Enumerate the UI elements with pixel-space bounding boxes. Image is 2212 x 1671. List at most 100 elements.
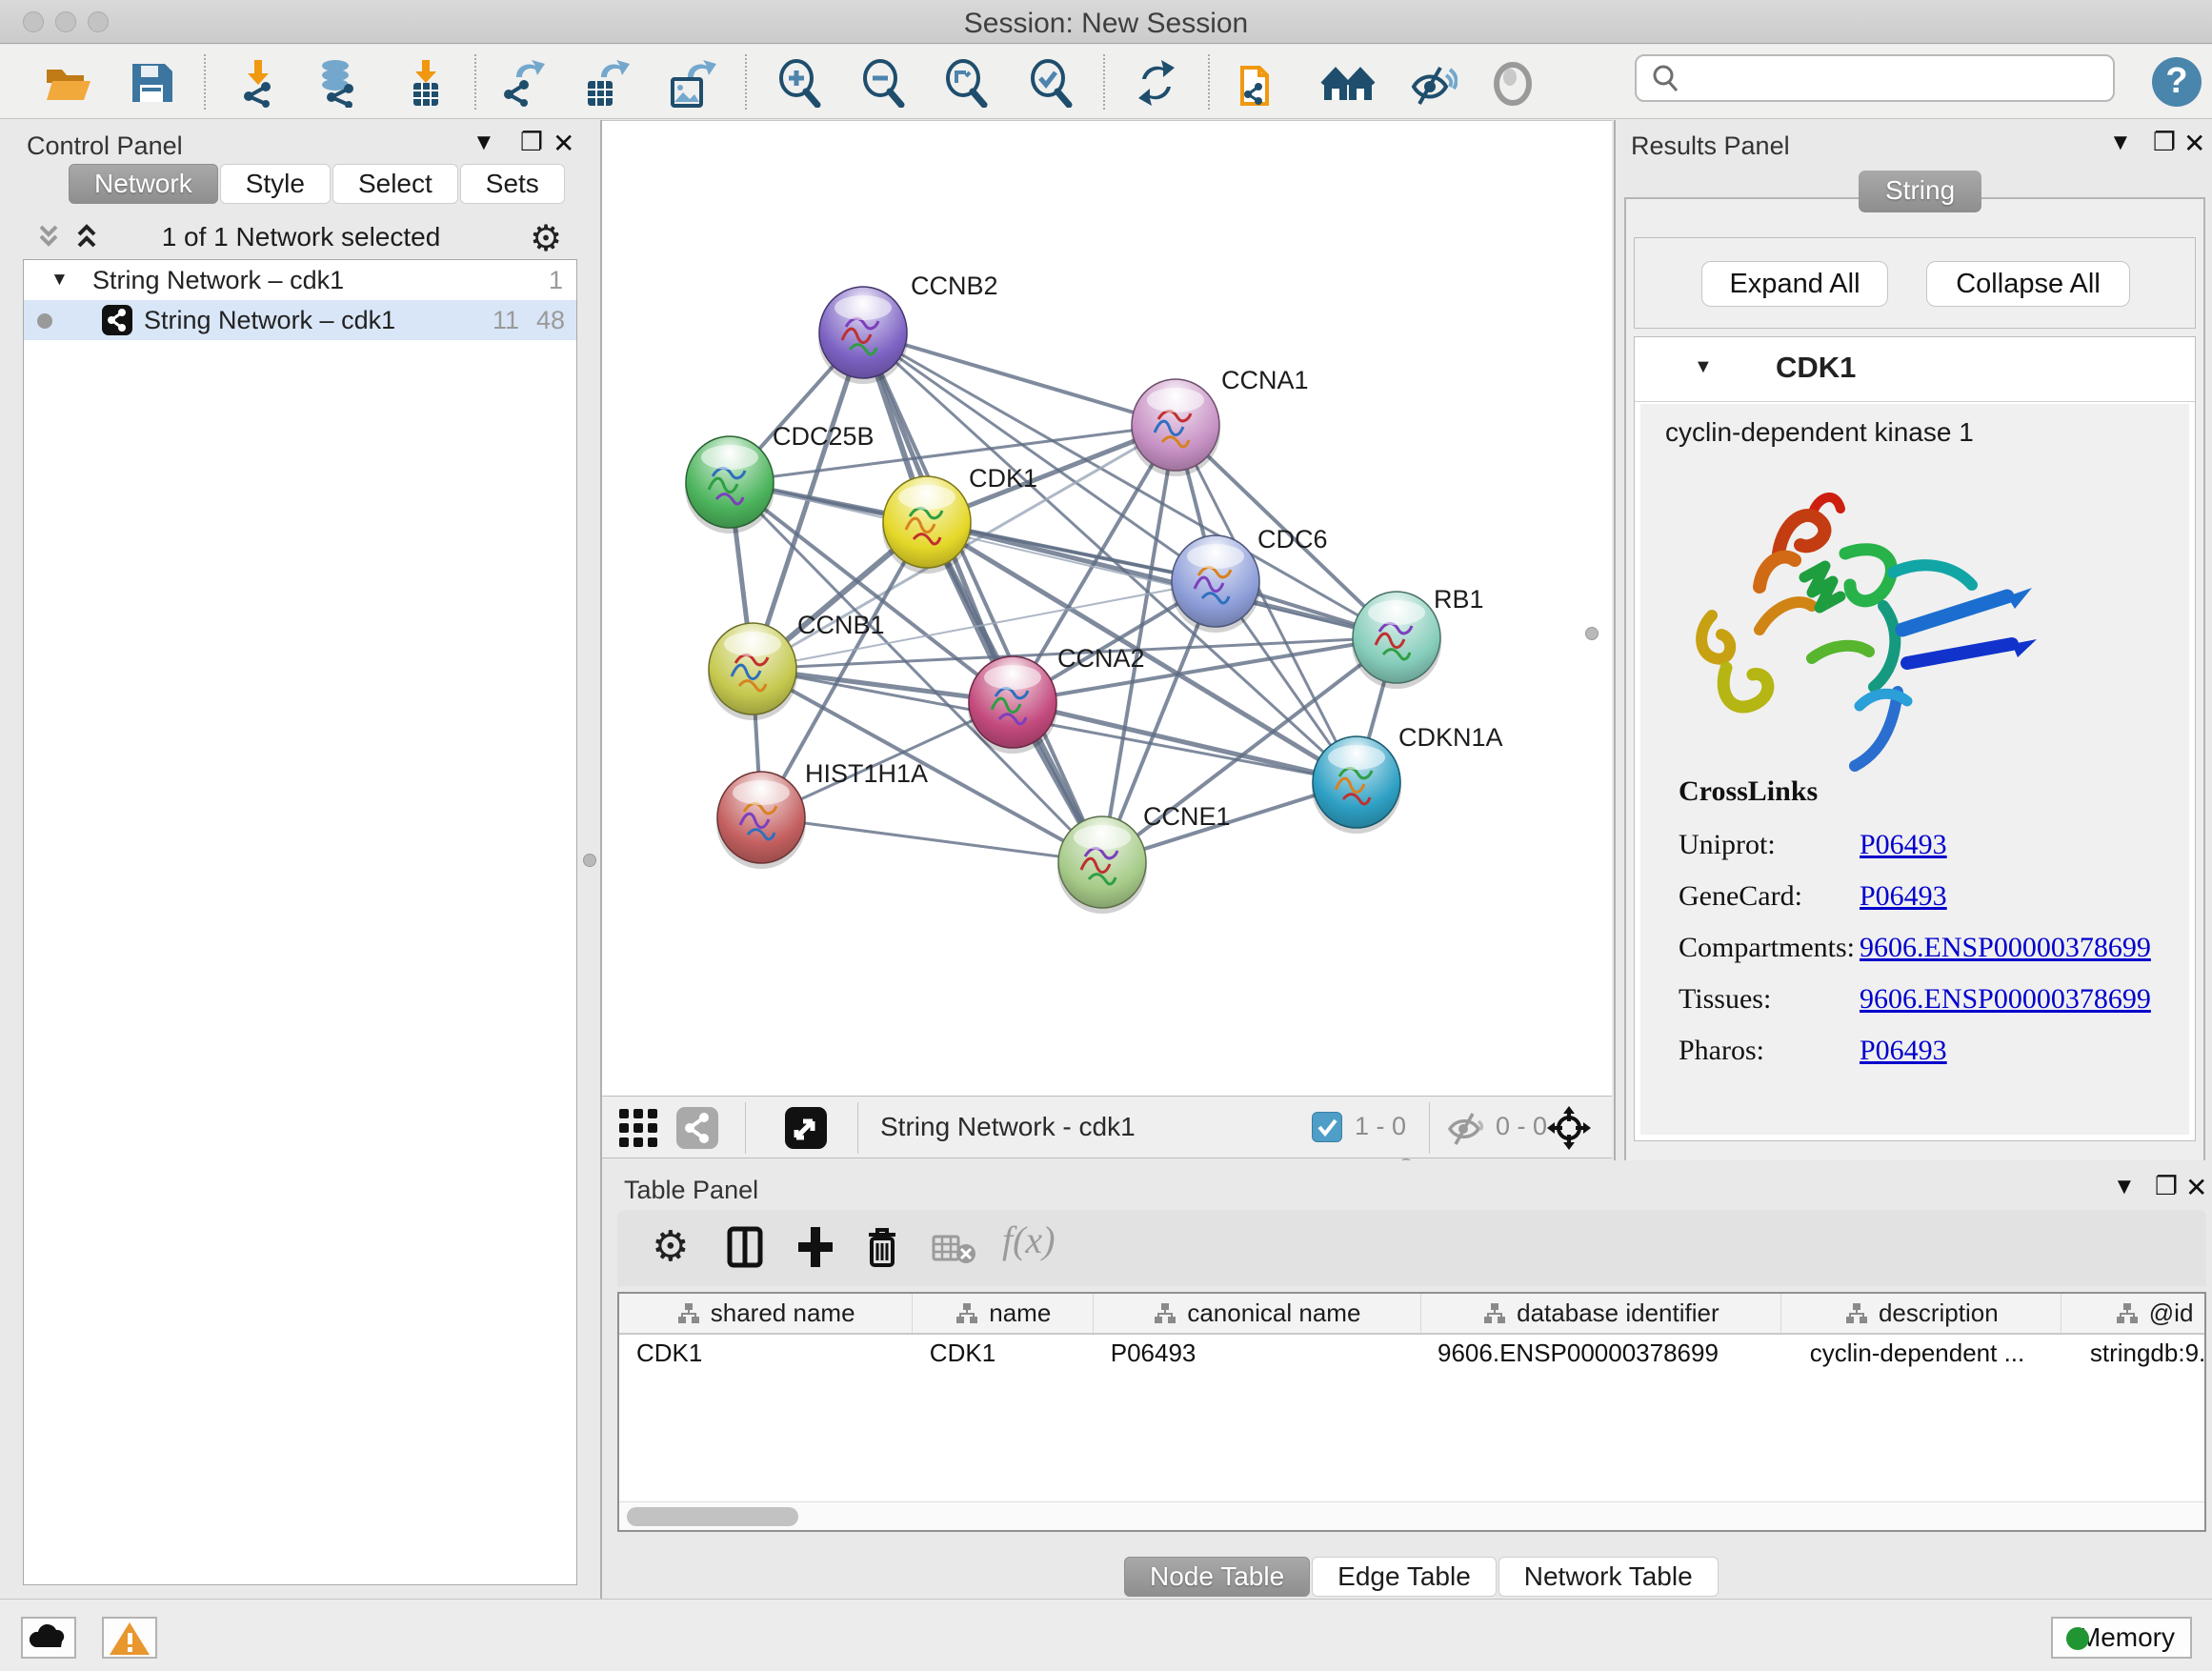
home-icon[interactable] xyxy=(1320,58,1372,108)
close-panel-icon[interactable]: ✕ xyxy=(553,128,574,159)
panel-menu-icon[interactable]: ▼ xyxy=(2113,1174,2136,1200)
network-node[interactable] xyxy=(968,656,1057,754)
crosslink-link[interactable]: 9606.ENSP00000378699 xyxy=(1860,983,2151,1015)
column-header-@id[interactable]: @id xyxy=(2061,1294,2206,1334)
tab-sets[interactable]: Sets xyxy=(460,164,565,204)
close-panel-icon[interactable]: ✕ xyxy=(2185,1172,2207,1203)
table-horizontal-scrollbar[interactable] xyxy=(619,1501,2204,1530)
collapse-all-button[interactable]: Collapse All xyxy=(1926,261,2130,307)
refresh-icon[interactable] xyxy=(1131,58,1182,108)
table-settings-gear-icon[interactable]: ⚙ xyxy=(652,1223,689,1271)
panel-menu-icon[interactable]: ▼ xyxy=(2109,130,2132,156)
network-node[interactable] xyxy=(818,287,908,384)
network-row[interactable]: String Network – cdk1 11 48 xyxy=(24,300,576,340)
open-session-icon[interactable] xyxy=(42,58,93,108)
grid-view-icon[interactable] xyxy=(617,1107,659,1149)
warning-button[interactable] xyxy=(102,1617,157,1659)
tab-style[interactable]: Style xyxy=(220,164,331,204)
network-edge[interactable] xyxy=(1013,702,1357,782)
network-node[interactable] xyxy=(882,476,972,574)
column-header-database-identifier[interactable]: database identifier xyxy=(1420,1294,1781,1334)
zoom-out-icon[interactable] xyxy=(857,58,909,108)
save-session-icon[interactable] xyxy=(126,58,177,108)
search-input[interactable] xyxy=(1635,54,2115,102)
create-column-icon[interactable] xyxy=(794,1223,836,1271)
table-row[interactable]: CDK1CDK1P064939606.ENSP00000378699cyclin… xyxy=(619,1334,2206,1372)
network-collection-row[interactable]: ▼ String Network – cdk1 1 xyxy=(24,260,576,300)
hidden-eye-icon[interactable] xyxy=(1444,1110,1486,1148)
column-header-canonical-name[interactable]: canonical name xyxy=(1094,1294,1420,1334)
network-edge[interactable] xyxy=(863,332,1176,425)
network-node[interactable] xyxy=(1131,379,1220,476)
vertical-splitter-handle[interactable] xyxy=(1585,627,1599,640)
network-view-canvas[interactable]: CCNB2CCNA1CDC25BCDK1CDC6RB1CCNB1CCNA2CDK… xyxy=(602,120,1612,1096)
float-panel-icon[interactable]: ❐ xyxy=(2153,128,2176,157)
show-columns-icon[interactable] xyxy=(724,1223,766,1271)
delete-column-icon[interactable] xyxy=(861,1223,903,1271)
function-builder-icon[interactable]: f(x) xyxy=(1002,1218,1056,1262)
table-cell[interactable]: stringdb:9... xyxy=(2061,1334,2206,1372)
cloud-button[interactable] xyxy=(21,1617,76,1659)
help-icon[interactable]: ? xyxy=(2152,57,2202,107)
network-node[interactable] xyxy=(1171,535,1260,633)
hide-show-icon[interactable] xyxy=(1406,58,1458,108)
table-cell[interactable]: CDK1 xyxy=(619,1334,913,1372)
table-cell[interactable]: 9606.ENSP00000378699 xyxy=(1420,1334,1781,1372)
pan-crosshair-icon[interactable] xyxy=(1545,1104,1593,1152)
network-node[interactable] xyxy=(685,436,774,534)
zoom-fit-icon[interactable] xyxy=(940,58,992,108)
network-node[interactable] xyxy=(1057,816,1147,914)
network-node[interactable] xyxy=(1352,592,1441,689)
network-node[interactable] xyxy=(716,772,806,869)
float-panel-icon[interactable]: ❐ xyxy=(2155,1172,2178,1201)
network-node[interactable] xyxy=(708,623,797,720)
table-panel-title: Table Panel xyxy=(624,1176,758,1205)
table-cell[interactable]: cyclin-dependent ... xyxy=(1781,1334,2061,1372)
export-network-icon[interactable] xyxy=(499,58,551,108)
export-table-icon[interactable] xyxy=(580,58,632,108)
tab-network-table[interactable]: Network Table xyxy=(1498,1557,1719,1597)
panel-menu-icon[interactable]: ▼ xyxy=(473,130,495,156)
import-table-icon[interactable] xyxy=(400,58,452,108)
first-neighbors-icon[interactable] xyxy=(1235,58,1286,108)
table-cell[interactable]: P06493 xyxy=(1094,1334,1420,1372)
selected-checkbox-icon[interactable] xyxy=(1312,1112,1342,1142)
crosslink-link[interactable]: P06493 xyxy=(1860,829,1947,860)
column-header-name[interactable]: name xyxy=(913,1294,1094,1334)
tab-string[interactable]: String xyxy=(1859,171,1981,212)
network-options-gear-icon[interactable]: ⚙ xyxy=(530,217,562,260)
expand-all-button[interactable]: Expand All xyxy=(1701,261,1888,307)
zoom-in-icon[interactable] xyxy=(774,58,825,108)
float-panel-icon[interactable]: ❐ xyxy=(520,128,543,157)
search-field[interactable] xyxy=(1690,60,2100,96)
column-header-shared-name[interactable]: shared name xyxy=(619,1294,913,1334)
crosslink-link[interactable]: P06493 xyxy=(1860,1035,1947,1066)
column-header-description[interactable]: description xyxy=(1781,1294,2061,1334)
collection-expander-icon[interactable]: ▼ xyxy=(50,260,69,300)
delete-table-icon[interactable] xyxy=(932,1233,977,1265)
memory-button[interactable]: Memory xyxy=(2051,1617,2192,1659)
tab-network[interactable]: Network xyxy=(69,164,218,204)
network-node[interactable] xyxy=(1312,736,1401,834)
tab-select[interactable]: Select xyxy=(332,164,458,204)
export-image-icon[interactable] xyxy=(665,58,716,108)
node-table[interactable]: shared namenamecanonical namedatabase id… xyxy=(617,1292,2206,1532)
zoom-selected-icon[interactable] xyxy=(1025,58,1076,108)
result-entry-header[interactable]: ▼ CDK1 xyxy=(1635,337,2195,402)
crosslink-link[interactable]: P06493 xyxy=(1860,880,1947,912)
node-label: CCNA1 xyxy=(1221,366,1309,394)
tab-edge-table[interactable]: Edge Table xyxy=(1312,1557,1497,1597)
close-panel-icon[interactable]: ✕ xyxy=(2183,128,2205,159)
tab-node-table[interactable]: Node Table xyxy=(1124,1557,1310,1597)
network-edge[interactable] xyxy=(761,817,1102,862)
vertical-splitter-handle[interactable] xyxy=(583,854,596,867)
eye-icon[interactable] xyxy=(1487,58,1538,108)
crosslink-link[interactable]: 9606.ENSP00000378699 xyxy=(1860,932,2151,963)
birds-eye-view-icon[interactable] xyxy=(785,1107,827,1149)
import-network-database-icon[interactable] xyxy=(312,58,364,108)
table-cell[interactable]: CDK1 xyxy=(913,1334,1094,1372)
entry-expander-icon[interactable]: ▼ xyxy=(1694,356,1713,378)
import-network-file-icon[interactable] xyxy=(233,58,285,108)
scrollbar-thumb[interactable] xyxy=(627,1507,798,1526)
network-view-icon[interactable] xyxy=(676,1107,718,1149)
